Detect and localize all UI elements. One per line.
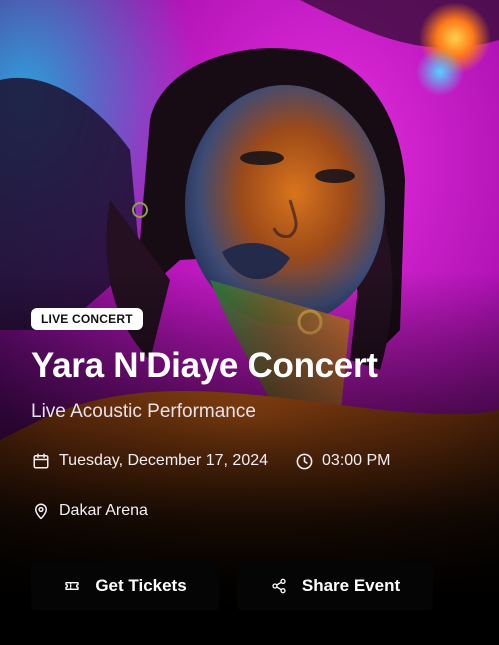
calendar-icon xyxy=(31,451,51,471)
get-tickets-button[interactable]: Get Tickets xyxy=(31,562,219,610)
clock-icon xyxy=(294,451,314,471)
event-subtitle: Live Acoustic Performance xyxy=(31,401,256,422)
event-date: Tuesday, December 17, 2024 xyxy=(31,451,268,471)
event-time: 03:00 PM xyxy=(294,451,391,471)
share-icon xyxy=(270,577,288,595)
event-location: Dakar Arena xyxy=(31,501,148,521)
map-pin-icon xyxy=(31,501,51,521)
event-card: LIVE CONCERT Yara N'Diaye Concert Live A… xyxy=(0,0,499,645)
event-time-text: 03:00 PM xyxy=(322,452,391,469)
ticket-icon xyxy=(63,577,81,595)
share-event-button[interactable]: Share Event xyxy=(237,562,433,610)
event-title: Yara N'Diaye Concert xyxy=(31,346,378,385)
event-date-time-row: Tuesday, December 17, 2024 03:00 PM xyxy=(31,450,479,472)
event-location-row: Dakar Arena xyxy=(31,500,479,522)
get-tickets-label: Get Tickets xyxy=(95,576,187,595)
event-location-text: Dakar Arena xyxy=(59,502,148,519)
share-event-label: Share Event xyxy=(301,576,401,595)
event-details: LIVE CONCERT Yara N'Diaye Concert Live A… xyxy=(31,308,479,522)
event-actions: Get Tickets Share Event xyxy=(31,562,433,610)
event-date-text: Tuesday, December 17, 2024 xyxy=(59,452,269,469)
event-type-badge: LIVE CONCERT xyxy=(31,308,143,330)
